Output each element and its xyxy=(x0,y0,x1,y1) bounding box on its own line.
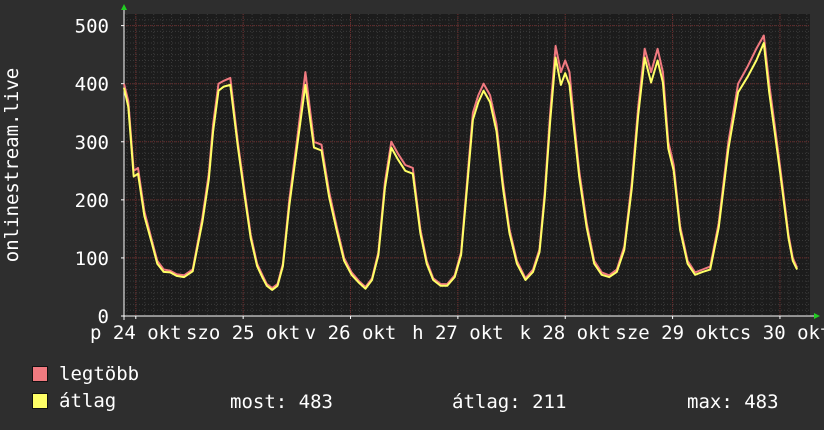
y-axis-arrow xyxy=(121,4,127,10)
x-tick-label: k 28 okt xyxy=(519,322,611,344)
stat-max-value: 483 xyxy=(744,391,779,413)
x-tick-label: h 27 okt xyxy=(412,322,504,344)
x-tick-label: sze 29 okt xyxy=(615,322,729,344)
x-tick-label: p 24 okt xyxy=(90,322,182,344)
y-axis-ticks: 0100200300400500 xyxy=(75,16,124,328)
legend-label-max: legtöbb xyxy=(59,363,140,385)
y-axis-label: onlinestream.live xyxy=(1,68,23,262)
stat-max-label: max: xyxy=(687,391,733,413)
x-tick-label: v 26 okt xyxy=(305,322,397,344)
y-tick-label: 200 xyxy=(75,190,109,212)
y-tick-label: 300 xyxy=(75,132,109,154)
y-tick-label: 100 xyxy=(75,248,109,270)
stat-atlag-value: 211 xyxy=(532,391,567,413)
stat-most-value: 483 xyxy=(298,391,333,413)
stat-atlag: átlag: 211 xyxy=(452,391,566,413)
legend-label-avg: átlag xyxy=(59,390,117,412)
stat-most: most: 483 xyxy=(230,391,333,413)
x-axis-ticks: p 24 okt szo 25 okt v 26 okt h 27 okt k 28 o… xyxy=(90,316,824,344)
legend-swatch-max xyxy=(32,366,48,382)
x-tick-label: szo 25 okt xyxy=(186,322,300,344)
y-tick-label: 500 xyxy=(75,16,109,38)
stat-max: max: 483 xyxy=(687,391,779,413)
stat-atlag-label: átlag: xyxy=(452,391,521,413)
chart-canvas: 0100200300400500 p 24 okt szo 25 okt v 26 … xyxy=(1,4,824,344)
x-tick-label: cs 30 okt xyxy=(728,322,824,344)
legend-swatch-avg xyxy=(32,393,48,409)
x-axis-arrow xyxy=(814,313,820,319)
stat-most-label: most: xyxy=(230,391,288,413)
y-tick-label: 400 xyxy=(75,74,109,96)
